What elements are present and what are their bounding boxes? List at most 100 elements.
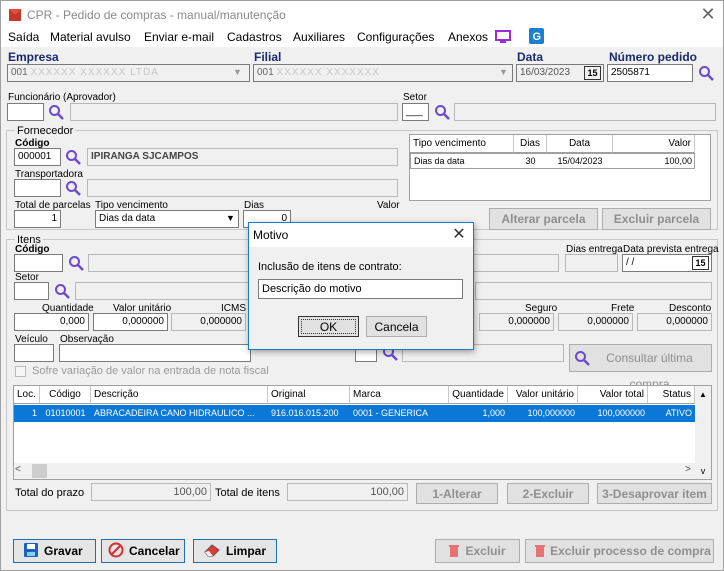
- sofre-variacao-label: Sofre variação de valor na entrada de no…: [32, 365, 269, 377]
- svg-text:G: G: [533, 31, 542, 43]
- grid-header-status[interactable]: Status: [648, 386, 695, 404]
- grid-horizontal-scrollbar[interactable]: [14, 463, 695, 479]
- menu-cadastros[interactable]: Cadastros: [227, 30, 282, 44]
- g-app-icon[interactable]: G: [529, 28, 544, 44]
- total-prazo-label: Total do prazo: [15, 487, 85, 499]
- setor-label: Setor: [403, 92, 427, 103]
- cell-codigo: 01010001: [45, 408, 86, 418]
- dialog-close-icon[interactable]: ✕: [448, 225, 470, 245]
- excluir-label: Excluir: [465, 544, 506, 558]
- parcelas-header-tipo[interactable]: Tipo vencimento: [410, 135, 514, 153]
- observacao-field[interactable]: [59, 344, 251, 362]
- transportadora-name-field: [87, 179, 398, 197]
- dialog-cancel-button[interactable]: Cancela: [366, 316, 427, 337]
- desaprovar-item-button[interactable]: 3-Desaprovar item: [597, 483, 712, 504]
- total-parcelas-field[interactable]: 1: [14, 210, 61, 228]
- parcelas-header-dias[interactable]: Dias: [514, 135, 547, 153]
- parcelas-header-valor[interactable]: Valor: [613, 135, 695, 153]
- valor-unitario-field[interactable]: 0,000000: [93, 313, 168, 331]
- excluir-item-button[interactable]: 2-Excluir: [507, 483, 589, 504]
- grid-vertical-scrollbar[interactable]: [695, 404, 711, 463]
- excluir-processo-button[interactable]: Excluir processo de compra: [525, 539, 714, 563]
- menu-material-avulso[interactable]: Material avulso: [50, 30, 131, 44]
- valor-label: Valor: [377, 200, 400, 211]
- motivo-input[interactable]: Descrição do motivo: [258, 279, 463, 299]
- grid-scroll-down-icon[interactable]: v: [695, 463, 711, 479]
- motivo-dialog-title: Motivo: [249, 223, 473, 247]
- tipo-vencimento-chevron-icon[interactable]: ▼: [226, 213, 235, 223]
- empresa-dropdown-chevron-icon[interactable]: ▼: [233, 67, 242, 77]
- fornecedor-codigo-field[interactable]: 000001: [14, 148, 61, 166]
- item-setor-name-field: [75, 282, 250, 300]
- grid-header-valor-total[interactable]: Valor total: [578, 386, 648, 404]
- tipo-vencimento-select[interactable]: Dias da data: [95, 210, 239, 228]
- menu-enviar-email[interactable]: Enviar e-mail: [144, 30, 214, 44]
- excluir-parcela-button[interactable]: Excluir parcela: [602, 208, 711, 230]
- icms-field: 0,000000: [171, 313, 246, 331]
- parcelas-header-data[interactable]: Data: [547, 135, 613, 153]
- cancelar-label: Cancelar: [129, 544, 180, 558]
- veiculo-field[interactable]: [14, 344, 54, 362]
- transportadora-code-field[interactable]: [14, 179, 61, 197]
- grid-header-valor-unitario[interactable]: Valor unitário: [508, 386, 578, 404]
- empresa-label: Empresa: [8, 50, 59, 64]
- empresa-select[interactable]: 001 XXXXXX XXXXXX LTDA: [7, 64, 250, 82]
- app-logo-icon: [9, 9, 21, 21]
- empresa-name: XXXXXX XXXXXX LTDA: [30, 67, 159, 78]
- item-setor-field[interactable]: [14, 282, 49, 300]
- grid-scroll-left-icon[interactable]: <: [15, 464, 21, 475]
- data-label: Data: [517, 50, 544, 64]
- setor-name-field: [454, 103, 716, 121]
- grid-scroll-thumb[interactable]: [32, 464, 47, 478]
- close-window-button[interactable]: ✕: [695, 3, 721, 25]
- grid-scroll-up-icon[interactable]: ▲: [695, 386, 711, 404]
- menu-configuracoes[interactable]: Configurações: [357, 30, 434, 44]
- search-setor-icon[interactable]: [434, 104, 450, 120]
- save-floppy-icon: [24, 543, 38, 557]
- trash-icon: [449, 545, 459, 557]
- grid-header-codigo[interactable]: Código: [40, 386, 91, 404]
- cell-original: 916.016.015.200: [271, 408, 339, 418]
- grid-header-original[interactable]: Original: [268, 386, 350, 404]
- filial-code: 001: [257, 67, 274, 78]
- grid-header-marca[interactable]: Marca: [350, 386, 449, 404]
- menu-auxiliares[interactable]: Auxiliares: [293, 30, 345, 44]
- funcionario-code-field[interactable]: [7, 103, 44, 121]
- grid-scroll-right-icon[interactable]: >: [685, 464, 691, 475]
- parcela-valor: 100,00: [664, 156, 692, 166]
- empresa-code: 001: [11, 67, 28, 78]
- dialog-ok-button[interactable]: OK: [298, 316, 359, 337]
- sofre-variacao-checkbox[interactable]: [15, 366, 26, 377]
- search-funcionario-icon[interactable]: [48, 104, 64, 120]
- motivo-prompt-label: Inclusão de itens de contrato:: [258, 261, 402, 273]
- grid-header-descricao[interactable]: Descrição: [91, 386, 268, 404]
- filial-dropdown-chevron-icon[interactable]: ▼: [499, 67, 508, 77]
- filial-select[interactable]: 001 XXXXXX XXXXXXX: [253, 64, 513, 82]
- cell-valor-unitario: 100,000000: [527, 408, 575, 418]
- search-item-icon[interactable]: [68, 255, 84, 271]
- grid-header-quantidade[interactable]: Quantidade: [449, 386, 508, 404]
- monitor-icon[interactable]: [495, 30, 511, 44]
- data-prevista-calendar-icon[interactable]: 15: [692, 256, 709, 270]
- search-fornecedor-icon[interactable]: [65, 149, 81, 165]
- numero-pedido-field[interactable]: 2505871: [607, 64, 693, 82]
- search-pedido-icon[interactable]: [698, 65, 714, 81]
- cell-loc: 1: [31, 408, 37, 418]
- quantidade-field[interactable]: 0,000: [14, 313, 89, 331]
- search-transportadora-icon[interactable]: [65, 180, 81, 196]
- item-codigo-field[interactable]: [14, 254, 63, 272]
- dias-entrega-field[interactable]: [565, 254, 618, 272]
- menu-saida[interactable]: Saída: [8, 30, 39, 44]
- grid-header-loc[interactable]: Loc.: [14, 386, 40, 404]
- alterar-parcela-button[interactable]: Alterar parcela: [489, 208, 598, 230]
- consultar-ultima-compra-button[interactable]: Consultar última compra: [569, 344, 712, 391]
- menu-anexos[interactable]: Anexos: [448, 30, 488, 44]
- eraser-icon: [204, 544, 220, 557]
- calendar-icon[interactable]: 15: [584, 66, 601, 80]
- setor-field[interactable]: ___: [402, 103, 429, 121]
- cell-marca: 0001 - GENERICA: [353, 408, 429, 418]
- search-item-setor-icon[interactable]: [54, 283, 70, 299]
- total-itens-label: Total de itens: [215, 487, 280, 499]
- desconto-field: 0,000000: [637, 313, 712, 331]
- alterar-item-button[interactable]: 1-Alterar: [416, 483, 498, 504]
